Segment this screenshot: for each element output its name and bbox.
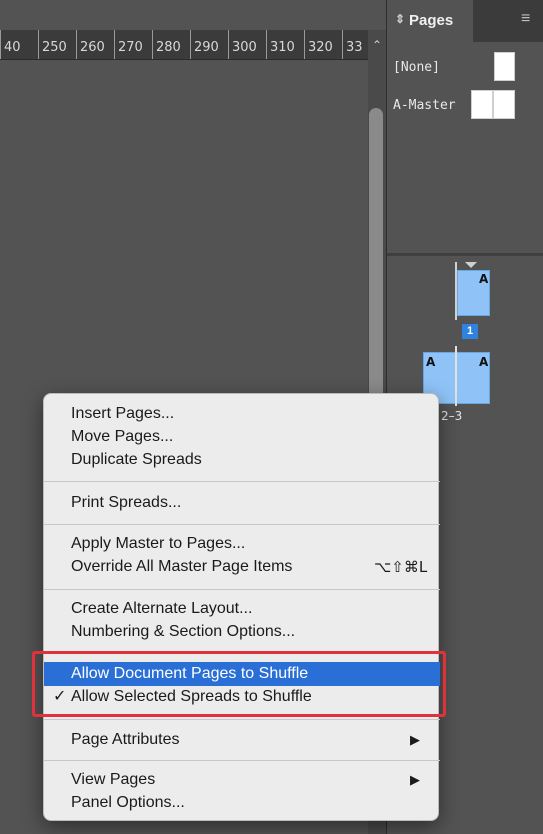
master-thumbnail[interactable] — [494, 52, 515, 81]
menu-item-panel-options[interactable]: Panel Options... — [44, 791, 440, 815]
ruler-tick: 320 — [304, 30, 333, 59]
spine-line — [455, 346, 457, 406]
ruler-label: 33 — [346, 40, 363, 55]
master-label: A-Master — [393, 98, 456, 113]
menu-item-print-spreads[interactable]: Print Spreads... — [44, 491, 440, 515]
master-thumbnail-left[interactable] — [471, 90, 493, 119]
triangle-right-icon: ▶ — [410, 732, 420, 747]
menu-item-move-pages[interactable]: Move Pages... — [44, 425, 440, 449]
menu-item-label: Numbering & Section Options... — [71, 623, 296, 640]
menu-item-label: Override All Master Page Items — [71, 558, 293, 575]
page-number-badge: 1 — [462, 324, 478, 339]
menu-separator — [44, 719, 440, 720]
master-item-none[interactable]: [None] — [387, 52, 543, 88]
ruler-label: 300 — [232, 40, 257, 55]
master-prefix-label: A — [479, 272, 489, 286]
ruler-label: 260 — [80, 40, 105, 55]
updown-arrows-icon: ⇕ — [395, 12, 406, 26]
menu-item-label: View Pages — [71, 771, 156, 788]
menu-item-label: Move Pages... — [71, 428, 174, 445]
horizontal-ruler[interactable]: 40 250 260 270 280 290 300 310 320 33 — [0, 30, 368, 60]
ruler-tick: 33 — [342, 30, 363, 59]
panel-divider[interactable] — [387, 253, 543, 256]
menu-item-apply-master[interactable]: Apply Master to Pages... — [44, 532, 440, 556]
ruler-label: 250 — [42, 40, 67, 55]
tab-label: Pages — [409, 12, 454, 29]
triangle-down-icon — [465, 262, 477, 268]
menu-item-label: Page Attributes — [71, 731, 180, 748]
ruler-label: 270 — [118, 40, 143, 55]
menu-item-label: Create Alternate Layout... — [71, 600, 253, 617]
ruler-tick: 260 — [76, 30, 105, 59]
ruler-tick: 300 — [228, 30, 257, 59]
ruler-tick: 270 — [114, 30, 143, 59]
triangle-right-icon: ▶ — [410, 772, 420, 787]
hamburger-menu-icon[interactable]: ≡ — [521, 10, 530, 28]
tab-pages[interactable]: ⇕ Pages — [387, 0, 473, 42]
ruler-tick: 250 — [38, 30, 67, 59]
menu-item-numbering-section-options[interactable]: Numbering & Section Options... — [44, 620, 440, 644]
master-prefix-label: A — [479, 355, 489, 369]
ruler-tick: 290 — [190, 30, 219, 59]
ruler-label: 310 — [270, 40, 295, 55]
ruler-label: 290 — [194, 40, 219, 55]
ruler-label: 40 — [4, 40, 21, 55]
ruler-tick: 310 — [266, 30, 295, 59]
scrollbar-thumb[interactable] — [369, 108, 383, 438]
menu-item-page-attributes[interactable]: Page Attributes ▶ — [44, 728, 440, 752]
menu-item-duplicate-spreads[interactable]: Duplicate Spreads — [44, 448, 440, 472]
menu-item-label: Duplicate Spreads — [71, 451, 202, 468]
menu-separator — [44, 589, 440, 590]
ruler-label: 320 — [308, 40, 333, 55]
keyboard-shortcut: ⌥⇧⌘L — [374, 558, 428, 576]
menu-item-label: Print Spreads... — [71, 494, 182, 511]
ruler-tick: 280 — [152, 30, 181, 59]
annotation-highlight-box — [32, 651, 446, 717]
menu-item-override-master-items[interactable]: Override All Master Page Items ⌥⇧⌘L — [44, 555, 440, 579]
menu-item-label: Apply Master to Pages... — [71, 535, 246, 552]
spread-label: 2–3 — [441, 409, 463, 423]
menu-item-create-alternate-layout[interactable]: Create Alternate Layout... — [44, 597, 440, 621]
chevron-up-icon[interactable]: ⌃ — [368, 36, 386, 54]
menu-separator — [44, 481, 440, 482]
ruler-label: 280 — [156, 40, 181, 55]
menu-separator — [44, 760, 440, 761]
menu-item-label: Insert Pages... — [71, 405, 175, 422]
ruler-tick: 40 — [0, 30, 21, 59]
menu-separator — [44, 524, 440, 525]
master-label: [None] — [393, 60, 440, 75]
panel-header: ⇕ Pages ≡ — [387, 0, 543, 42]
pages-panel-context-menu: Insert Pages... Move Pages... Duplicate … — [43, 393, 440, 821]
menu-item-view-pages[interactable]: View Pages ▶ — [44, 768, 440, 792]
master-item-a-master[interactable]: A-Master — [387, 90, 543, 126]
menu-item-label: Panel Options... — [71, 794, 185, 811]
master-thumbnail-right[interactable] — [493, 90, 515, 119]
menu-item-insert-pages[interactable]: Insert Pages... — [44, 402, 440, 426]
master-prefix-label: A — [426, 355, 436, 369]
